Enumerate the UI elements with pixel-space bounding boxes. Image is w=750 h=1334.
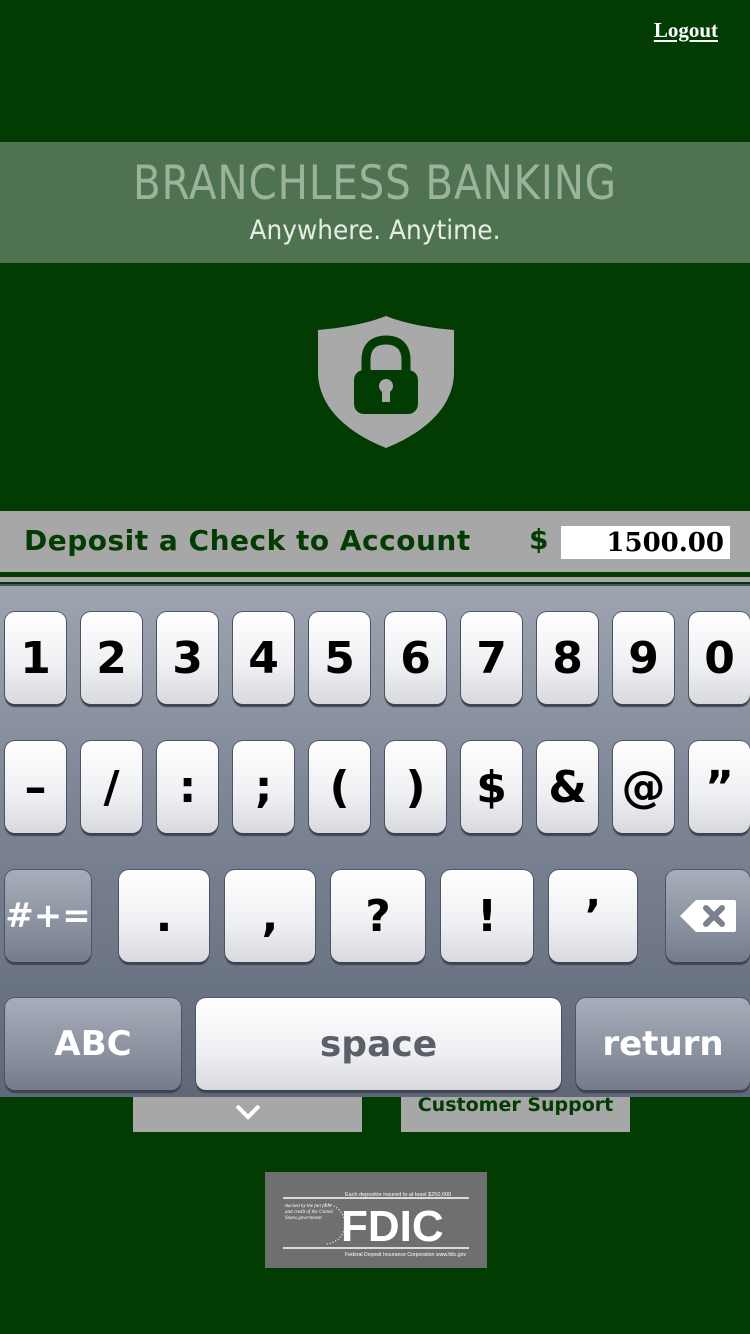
backspace-key[interactable] <box>666 870 750 962</box>
key-question[interactable]: ? <box>331 870 425 962</box>
key-symbols-toggle[interactable]: #+= <box>5 870 91 962</box>
key-quote[interactable]: ” <box>689 741 750 833</box>
key-dash[interactable]: – <box>5 741 66 833</box>
amount-input[interactable] <box>561 526 730 559</box>
chevron-down-icon <box>235 1104 261 1120</box>
key-colon[interactable]: : <box>157 741 218 833</box>
key-semicolon[interactable]: ; <box>233 741 294 833</box>
key-period[interactable]: . <box>119 870 209 962</box>
key-close-paren[interactable]: ) <box>385 741 446 833</box>
key-6[interactable]: 6 <box>385 612 446 704</box>
fdic-logo: Each depositor insured to at least $250,… <box>265 1172 487 1268</box>
key-at[interactable]: @ <box>613 741 674 833</box>
key-exclamation[interactable]: ! <box>441 870 533 962</box>
collapse-button[interactable] <box>133 1097 362 1132</box>
logout-link[interactable]: Logout <box>654 18 718 43</box>
backspace-icon <box>680 900 736 932</box>
customer-support-label: Customer Support <box>417 1094 614 1116</box>
fdic-side-text: Backed by the full faith and credit of t… <box>285 1204 333 1221</box>
return-key[interactable]: return <box>576 998 750 1090</box>
shield-lock-icon <box>318 316 454 448</box>
fdic-top-line: Each depositor insured to at least $250,… <box>345 1192 451 1198</box>
key-8[interactable]: 8 <box>537 612 598 704</box>
fdic-brand: FDIC <box>341 1202 444 1251</box>
keyboard: 1 2 3 4 5 6 7 8 9 0 – / : ; ( ) $ & @ ” … <box>0 584 750 1097</box>
key-4[interactable]: 4 <box>233 612 294 704</box>
fdic-mark: Each depositor insured to at least $250,… <box>283 1192 469 1258</box>
key-ampersand[interactable]: & <box>537 741 598 833</box>
key-comma[interactable]: , <box>225 870 315 962</box>
key-2[interactable]: 2 <box>81 612 142 704</box>
key-1[interactable]: 1 <box>5 612 66 704</box>
key-5[interactable]: 5 <box>309 612 370 704</box>
key-3[interactable]: 3 <box>157 612 218 704</box>
key-dollar[interactable]: $ <box>461 741 522 833</box>
key-abc[interactable]: ABC <box>5 998 181 1090</box>
key-open-paren[interactable]: ( <box>309 741 370 833</box>
banner-subtitle: Anywhere. Anytime. <box>249 215 501 246</box>
banner-title: BRANCHLESS BANKING <box>133 156 617 211</box>
key-0[interactable]: 0 <box>689 612 750 704</box>
divider <box>0 577 750 582</box>
key-apostrophe[interactable]: ’ <box>549 870 637 962</box>
space-key[interactable]: space <box>196 998 561 1090</box>
deposit-label: Deposit a Check to Account <box>24 524 471 557</box>
currency-symbol: $ <box>529 523 549 556</box>
key-9[interactable]: 9 <box>613 612 674 704</box>
key-7[interactable]: 7 <box>461 612 522 704</box>
fdic-bottom-line: Federal Deposit Insurance Corporation ww… <box>345 1252 467 1258</box>
key-slash[interactable]: / <box>81 741 142 833</box>
